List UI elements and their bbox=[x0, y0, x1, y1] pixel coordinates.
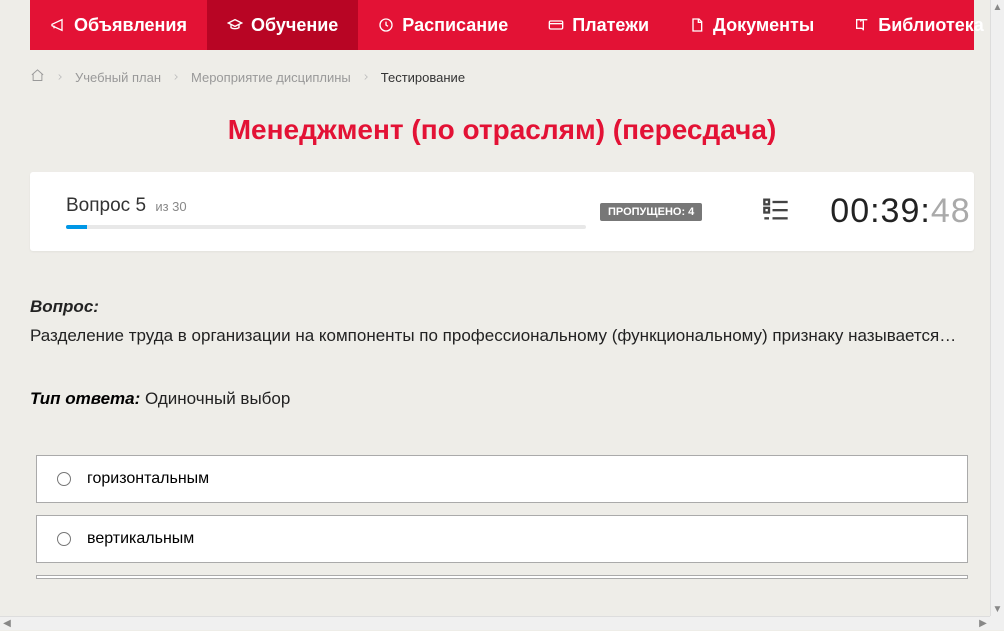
scroll-down-icon[interactable]: ▼ bbox=[991, 602, 1004, 616]
of-word: из bbox=[155, 199, 168, 214]
answer-type-label: Тип ответа: bbox=[30, 389, 140, 408]
nav-documents[interactable]: Документы bbox=[669, 0, 834, 50]
breadcrumb-current: Тестирование bbox=[381, 70, 465, 85]
answer-radio[interactable] bbox=[57, 532, 71, 546]
progress-fill bbox=[66, 225, 87, 229]
nav-library[interactable]: Библиотека bbox=[834, 0, 1004, 50]
nav-schedule[interactable]: Расписание bbox=[358, 0, 528, 50]
answer-radio[interactable] bbox=[57, 472, 71, 486]
scroll-corner bbox=[990, 616, 1004, 630]
timer-seconds: 48 bbox=[931, 192, 971, 230]
status-card: Вопрос 5 из 30 ПРОПУЩЕНО: 4 bbox=[30, 172, 974, 251]
megaphone-icon bbox=[50, 17, 66, 33]
nav-label: Библиотека bbox=[878, 15, 984, 36]
home-icon[interactable] bbox=[30, 68, 45, 86]
breadcrumb-discipline-event[interactable]: Мероприятие дисциплины bbox=[191, 70, 351, 85]
chevron-right-icon bbox=[361, 70, 371, 85]
question-number: 5 bbox=[135, 195, 146, 216]
nav-label: Платежи bbox=[572, 15, 649, 36]
answer-option[interactable]: горизонтальным bbox=[36, 455, 968, 503]
question-text: Разделение труда в организации на компон… bbox=[30, 323, 974, 349]
clock-icon bbox=[378, 17, 394, 33]
scroll-left-icon[interactable]: ◀ bbox=[0, 617, 14, 631]
answer-label: горизонтальным bbox=[87, 470, 209, 488]
horizontal-scrollbar[interactable]: ◀ ▶ bbox=[0, 616, 990, 630]
question-heading: Вопрос: bbox=[30, 297, 974, 317]
nav-label: Обучение bbox=[251, 15, 338, 36]
breadcrumb-study-plan[interactable]: Учебный план bbox=[75, 70, 161, 85]
answer-type-value: Одиночный выбор bbox=[145, 389, 290, 408]
nav-label: Объявления bbox=[74, 15, 187, 36]
nav-label: Документы bbox=[713, 15, 814, 36]
chevron-right-icon bbox=[171, 70, 181, 85]
nav-announcements[interactable]: Объявления bbox=[30, 0, 207, 50]
file-icon bbox=[689, 17, 705, 33]
scroll-up-icon[interactable]: ▲ bbox=[991, 0, 1004, 14]
answer-type-row: Тип ответа: Одиночный выбор bbox=[30, 389, 974, 409]
question-prefix: Вопрос bbox=[66, 195, 130, 216]
question-total: 30 bbox=[172, 199, 186, 214]
answer-label: вертикальным bbox=[87, 530, 194, 548]
main-nav: Объявления Обучение Расписание Платежи bbox=[30, 0, 974, 50]
book-icon bbox=[854, 17, 870, 33]
question-block: Вопрос: Разделение труда в организации н… bbox=[30, 297, 974, 579]
nav-education[interactable]: Обучение bbox=[207, 0, 358, 50]
page-title: Менеджмент (по отраслям) (пересдача) bbox=[30, 114, 974, 146]
breadcrumb: Учебный план Мероприятие дисциплины Тест… bbox=[30, 50, 974, 96]
nav-payments[interactable]: Платежи bbox=[528, 0, 669, 50]
scroll-track[interactable] bbox=[14, 617, 976, 630]
timer: 00:39:48 bbox=[830, 192, 970, 231]
timer-main: 00:39: bbox=[830, 192, 931, 230]
scroll-right-icon[interactable]: ▶ bbox=[976, 617, 990, 631]
progress-bar bbox=[66, 225, 586, 229]
card-icon bbox=[548, 17, 564, 33]
skipped-badge[interactable]: ПРОПУЩЕНО: 4 bbox=[600, 203, 702, 221]
scroll-thumb[interactable] bbox=[991, 14, 1004, 602]
answer-option[interactable]: вертикальным bbox=[36, 515, 968, 563]
question-counter: Вопрос 5 из 30 bbox=[66, 195, 187, 216]
vertical-scrollbar[interactable]: ▲ ▼ bbox=[990, 0, 1004, 616]
answers-list: горизонтальным вертикальным bbox=[30, 455, 974, 579]
nav-label: Расписание bbox=[402, 15, 508, 36]
answer-option-partial[interactable] bbox=[36, 575, 968, 579]
question-list-icon[interactable] bbox=[762, 195, 790, 228]
graduation-cap-icon bbox=[227, 17, 243, 33]
chevron-right-icon bbox=[55, 70, 65, 85]
